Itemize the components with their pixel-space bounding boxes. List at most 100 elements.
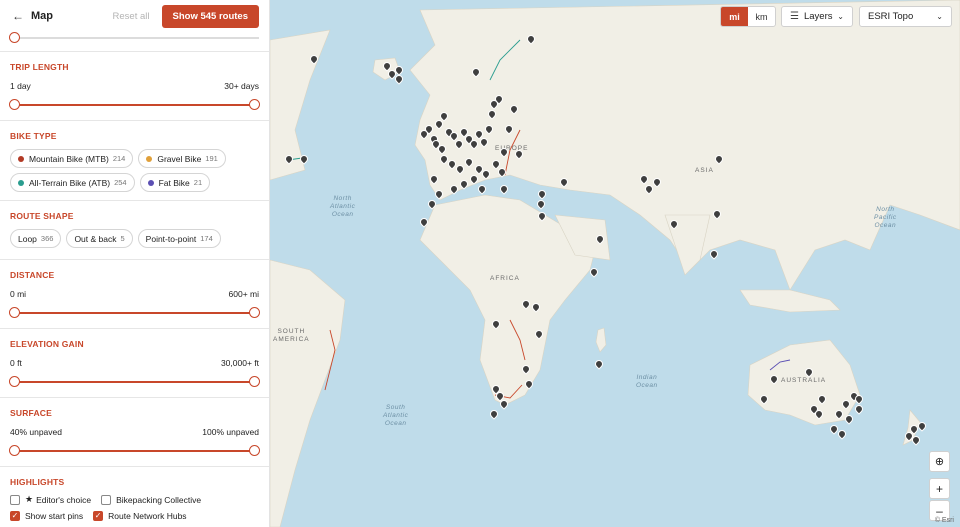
route-pin[interactable] <box>905 432 911 440</box>
route-pin[interactable] <box>500 185 506 193</box>
route-pin[interactable] <box>805 368 811 376</box>
slider-max-handle[interactable] <box>249 376 260 387</box>
route-pin[interactable] <box>420 218 426 226</box>
route-pin[interactable] <box>525 380 531 388</box>
route-pin[interactable] <box>475 165 481 173</box>
show-start-pins-checkbox[interactable]: ✓ Show start pins <box>10 511 83 521</box>
basemap-dropdown[interactable]: ESRI Topo ⌄ <box>859 6 952 27</box>
route-pin[interactable] <box>596 235 602 243</box>
route-pin[interactable] <box>490 410 496 418</box>
chip-all-terrain-bike[interactable]: All-Terrain Bike (ATB) 254 <box>10 173 135 192</box>
slider-min-handle[interactable] <box>9 307 20 318</box>
route-pin[interactable] <box>835 410 841 418</box>
route-pin[interactable] <box>855 405 861 413</box>
slider-min-handle[interactable] <box>9 376 20 387</box>
route-pin[interactable] <box>498 168 504 176</box>
route-pin[interactable] <box>440 112 446 120</box>
route-pin[interactable] <box>425 125 431 133</box>
route-pin[interactable] <box>653 178 659 186</box>
route-pin[interactable] <box>480 138 486 146</box>
route-pin[interactable] <box>845 415 851 423</box>
slider-max-handle[interactable] <box>249 99 260 110</box>
route-pin[interactable] <box>488 110 494 118</box>
route-pin[interactable] <box>465 158 471 166</box>
route-pin[interactable] <box>838 430 844 438</box>
route-pin[interactable] <box>560 178 566 186</box>
chip-point-to-point[interactable]: Point-to-point 174 <box>137 229 221 248</box>
route-network-hubs-checkbox[interactable]: ✓ Route Network Hubs <box>93 511 187 521</box>
slider-min-handle[interactable] <box>9 445 20 456</box>
route-pin[interactable] <box>456 165 462 173</box>
route-pin[interactable] <box>595 360 601 368</box>
route-pin[interactable] <box>918 422 924 430</box>
route-pin[interactable] <box>460 180 466 188</box>
route-pin[interactable] <box>527 35 533 43</box>
slider-max-handle[interactable] <box>249 307 260 318</box>
route-pin[interactable] <box>500 148 506 156</box>
route-pin[interactable] <box>818 395 824 403</box>
route-pin[interactable] <box>522 300 528 308</box>
route-pin[interactable] <box>492 160 498 168</box>
route-pin[interactable] <box>496 392 502 400</box>
route-pin[interactable] <box>912 436 918 444</box>
route-pin[interactable] <box>485 125 491 133</box>
chip-out-and-back[interactable]: Out & back 5 <box>66 229 133 248</box>
chip-fat-bike[interactable]: Fat Bike 21 <box>139 173 211 192</box>
route-pin[interactable] <box>535 330 541 338</box>
route-pin[interactable] <box>475 130 481 138</box>
chip-mountain-bike[interactable]: Mountain Bike (MTB) 214 <box>10 149 134 168</box>
route-pin[interactable] <box>855 395 861 403</box>
route-pin[interactable] <box>645 185 651 193</box>
route-pin[interactable] <box>310 55 316 63</box>
previous-filter-slider[interactable] <box>0 32 269 52</box>
route-pin[interactable] <box>505 125 511 133</box>
route-pin[interactable] <box>640 175 646 183</box>
route-pin[interactable] <box>815 410 821 418</box>
slider-min-handle[interactable] <box>9 99 20 110</box>
route-pin[interactable] <box>395 75 401 83</box>
route-pin[interactable] <box>670 220 676 228</box>
route-pin[interactable] <box>510 105 516 113</box>
route-pin[interactable] <box>492 320 498 328</box>
route-pin[interactable] <box>395 66 401 74</box>
editors-choice-checkbox[interactable]: ★ Editor's choice <box>10 494 91 505</box>
layers-dropdown[interactable]: ☰ Layers ⌄ <box>781 6 853 27</box>
route-pin[interactable] <box>760 395 766 403</box>
route-pin[interactable] <box>300 155 306 163</box>
route-pin[interactable] <box>522 365 528 373</box>
route-pin[interactable] <box>435 190 441 198</box>
reset-all-button[interactable]: Reset all <box>113 11 150 22</box>
route-pin[interactable] <box>830 425 836 433</box>
route-pin[interactable] <box>430 175 436 183</box>
unit-km-button[interactable]: km <box>748 7 775 26</box>
route-pin[interactable] <box>472 68 478 76</box>
route-pin[interactable] <box>455 140 461 148</box>
route-pin[interactable] <box>713 210 719 218</box>
slider-min-handle[interactable] <box>9 32 20 43</box>
route-pin[interactable] <box>715 155 721 163</box>
route-pin[interactable] <box>435 120 441 128</box>
route-pin[interactable] <box>842 400 848 408</box>
route-pin[interactable] <box>537 200 543 208</box>
route-pin[interactable] <box>440 155 446 163</box>
bikepacking-collective-checkbox[interactable]: Bikepacking Collective <box>101 494 201 505</box>
route-pin[interactable] <box>428 200 434 208</box>
route-pin[interactable] <box>470 175 476 183</box>
route-pin[interactable] <box>450 185 456 193</box>
route-pin[interactable] <box>590 268 596 276</box>
route-pin[interactable] <box>770 375 776 383</box>
route-pin[interactable] <box>538 212 544 220</box>
route-pin[interactable] <box>388 70 394 78</box>
unit-mi-button[interactable]: mi <box>721 7 748 26</box>
globe-button[interactable]: ⊕ <box>929 451 950 472</box>
chip-gravel-bike[interactable]: Gravel Bike 191 <box>138 149 226 168</box>
show-routes-button[interactable]: Show 545 routes <box>161 4 259 28</box>
route-pin[interactable] <box>478 185 484 193</box>
chip-loop[interactable]: Loop 366 <box>10 229 62 248</box>
route-pin[interactable] <box>515 150 521 158</box>
route-pin[interactable] <box>532 303 538 311</box>
route-pin[interactable] <box>285 155 291 163</box>
zoom-in-button[interactable]: + <box>929 478 950 499</box>
route-pin[interactable] <box>470 140 476 148</box>
route-pin[interactable] <box>495 95 501 103</box>
